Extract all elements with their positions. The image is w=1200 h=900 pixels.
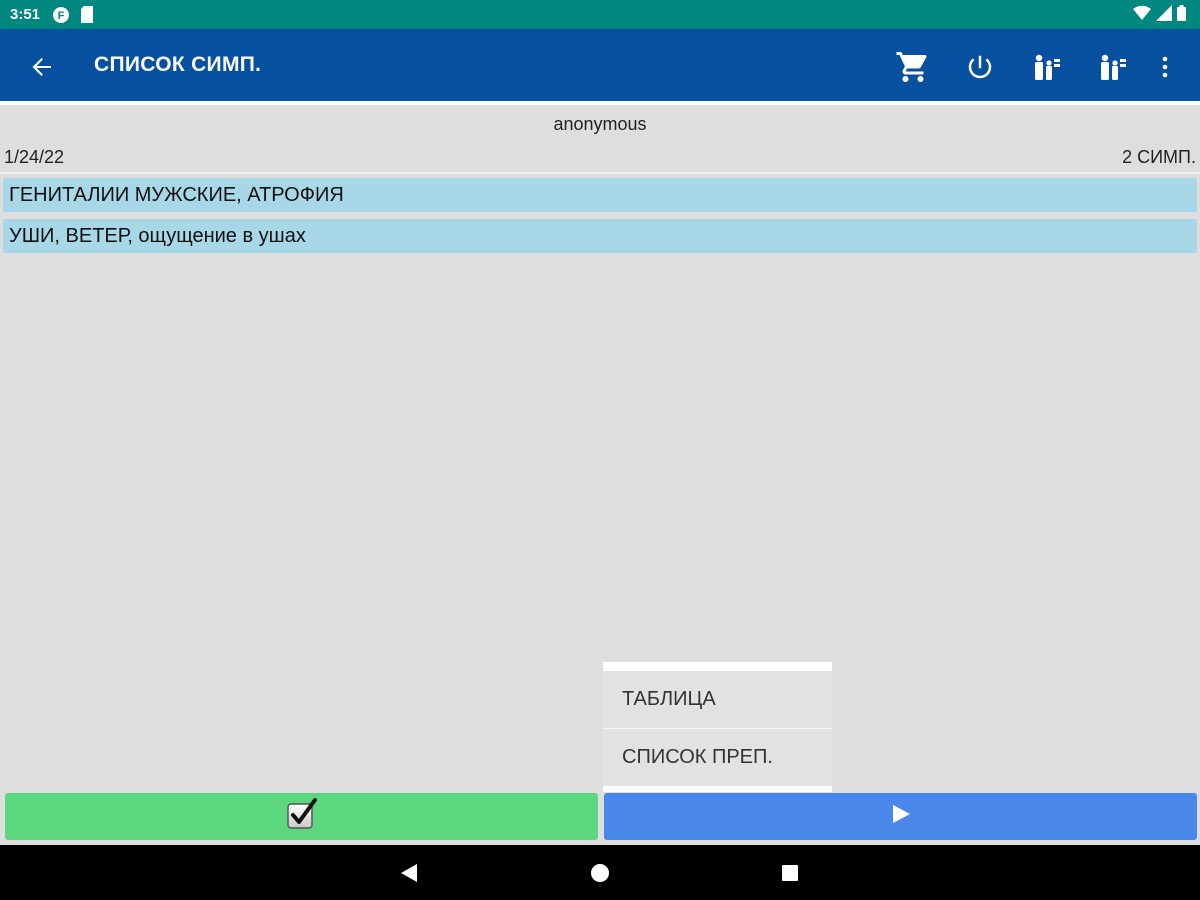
page-title: СПИСОК СИМП. <box>94 53 262 76</box>
signal-icon <box>1156 5 1172 26</box>
wifi-icon <box>1133 5 1151 26</box>
symptom-list: ГЕНИТАЛИИ МУЖСКИЕ, АТРОФИЯ УШИ, ВЕТЕР, о… <box>3 178 1197 260</box>
svg-text:F: F <box>58 10 65 22</box>
popup-menu: ТАБЛИЦА СПИСОК ПРЕП. <box>603 662 832 792</box>
cart-icon[interactable] <box>893 47 933 87</box>
symptom-count: 2 СИМП. <box>1122 147 1196 167</box>
status-right-icons <box>1133 5 1186 26</box>
sd-card-icon <box>80 6 94 23</box>
list-item[interactable]: ГЕНИТАЛИИ МУЖСКИЕ, АТРОФИЯ <box>3 178 1197 212</box>
confirm-button[interactable] <box>5 793 598 840</box>
home-circle-icon[interactable] <box>584 857 616 889</box>
user-name: anonymous <box>553 114 647 134</box>
system-nav-bar <box>0 845 1200 900</box>
play-icon <box>891 804 911 829</box>
status-time: 3:51 <box>10 6 41 23</box>
checkbox-checked-icon <box>285 797 319 836</box>
status-bar: 3:51 F <box>0 0 1200 29</box>
recents-square-icon[interactable] <box>774 857 806 889</box>
family-icon[interactable] <box>1026 47 1066 87</box>
notification-f-icon: F <box>52 6 70 24</box>
list-item[interactable]: УШИ, ВЕТЕР, ощущение в ушах <box>3 219 1197 253</box>
app-bar: СПИСОК СИМП. <box>0 29 1200 104</box>
date-label: 1/24/22 <box>4 147 65 167</box>
back-arrow-icon[interactable] <box>26 51 58 83</box>
battery-icon <box>1177 5 1186 26</box>
app-bar-divider <box>0 101 1200 105</box>
back-triangle-icon[interactable] <box>393 857 425 889</box>
family-icon[interactable] <box>1092 47 1132 87</box>
next-button[interactable] <box>604 793 1197 840</box>
more-vert-icon[interactable] <box>1145 47 1185 87</box>
menu-item-remedy-list[interactable]: СПИСОК ПРЕП. <box>603 729 832 786</box>
menu-item-table[interactable]: ТАБЛИЦА <box>603 671 832 728</box>
divider <box>0 172 1200 174</box>
power-icon[interactable] <box>960 47 1000 87</box>
